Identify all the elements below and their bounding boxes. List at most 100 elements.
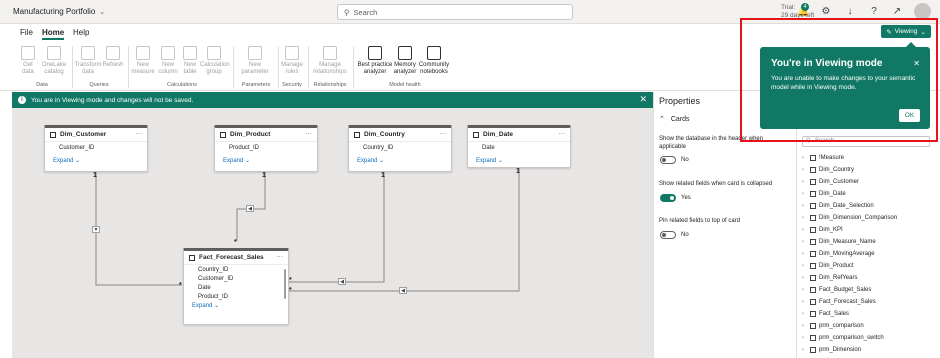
chevron-right-icon[interactable]: ›: [802, 155, 807, 161]
new-measure-button[interactable]: New measure: [130, 46, 156, 76]
manage-roles-button[interactable]: Manage roles: [280, 46, 304, 76]
roles-icon: [285, 46, 299, 60]
app-title-dropdown[interactable]: Manufacturing Portfolio ⌄: [13, 7, 105, 16]
data-pane-table-item[interactable]: › Dim_KPI: [802, 227, 843, 233]
expand-link[interactable]: Expand ⌄: [468, 154, 570, 167]
onelake-catalog-button[interactable]: OneLake catalog: [40, 46, 68, 76]
expand-link[interactable]: Expand ⌄: [215, 154, 317, 167]
best-practice-analyzer-button[interactable]: Best practice analyzer: [355, 46, 395, 76]
table-field[interactable]: Product_ID: [184, 292, 288, 301]
data-pane-table-item[interactable]: › Dim_RefYears: [802, 275, 857, 281]
show-database-toggle[interactable]: [660, 156, 676, 164]
relationship-many-marker: *: [179, 282, 182, 289]
chevron-right-icon[interactable]: ›: [802, 227, 807, 233]
data-pane-table-item[interactable]: › Dim_Measure_Name: [802, 239, 876, 245]
data-pane-table-item[interactable]: › Fact_Sales: [802, 311, 849, 317]
table-field[interactable]: Country_ID: [349, 142, 451, 154]
table-card-dim-product[interactable]: Dim_Product ··· Product_ID Expand ⌄: [214, 125, 318, 172]
data-pane-item-label: Dim_Measure_Name: [819, 239, 876, 245]
data-pane-item-label: Fact_Sales: [819, 311, 850, 317]
data-pane-table-item[interactable]: › !Measure: [802, 155, 844, 161]
refresh-button[interactable]: Refresh: [102, 46, 124, 69]
tab-home[interactable]: Home: [42, 28, 65, 40]
expand-link[interactable]: Expand ⌄: [45, 154, 147, 167]
more-options-icon[interactable]: ···: [559, 130, 566, 137]
chevron-right-icon[interactable]: ›: [802, 215, 807, 221]
chevron-right-icon[interactable]: ›: [802, 311, 807, 317]
more-options-icon[interactable]: ···: [136, 130, 143, 137]
chevron-right-icon[interactable]: ›: [802, 299, 807, 305]
table-card-dim-country[interactable]: Dim_Country ··· Country_ID Expand ⌄: [348, 125, 452, 172]
data-pane-table-item[interactable]: › Fact_Budget_Sales: [802, 287, 871, 293]
chevron-right-icon[interactable]: ›: [802, 323, 807, 329]
table-field[interactable]: Customer_ID: [45, 142, 147, 154]
chevron-right-icon[interactable]: ›: [802, 167, 807, 173]
download-icon[interactable]: ↓: [844, 6, 856, 18]
table-icon: [810, 287, 816, 293]
cards-section-header[interactable]: ⌃ Cards: [659, 115, 690, 124]
data-pane-table-item[interactable]: › Dim_MovingAverage: [802, 251, 875, 257]
table-card-dim-date[interactable]: Dim_Date ··· Date Expand ⌄: [467, 125, 571, 168]
transform-data-button[interactable]: Transform data: [74, 46, 102, 76]
chevron-right-icon[interactable]: ›: [802, 347, 807, 353]
get-data-button[interactable]: Get data: [16, 46, 40, 76]
data-pane-table-item[interactable]: › Dim_Date: [802, 191, 846, 197]
help-icon[interactable]: ?: [868, 6, 880, 18]
table-field[interactable]: Date: [184, 283, 288, 292]
community-notebooks-button[interactable]: Community notebooks: [417, 46, 451, 76]
section-title: Cards: [670, 115, 690, 123]
table-field[interactable]: Customer_ID: [184, 274, 288, 283]
data-pane-table-item[interactable]: › Dim_Date_Selection: [802, 203, 874, 209]
database-icon: [21, 46, 35, 60]
expand-link[interactable]: Expand ⌄: [349, 154, 451, 167]
tab-help[interactable]: Help: [73, 28, 89, 37]
chevron-right-icon[interactable]: ›: [802, 263, 807, 269]
data-pane-table-item[interactable]: › Dim_Dimension_Comparison: [802, 215, 897, 221]
memory-analyzer-button[interactable]: Memory analyzer: [393, 46, 417, 76]
group-label-queries: Queries: [89, 82, 109, 88]
chevron-right-icon[interactable]: ›: [802, 179, 807, 185]
manage-relationships-button[interactable]: Manage relationships: [310, 46, 350, 76]
table-field[interactable]: Country_ID: [184, 265, 288, 274]
table-icon: [189, 254, 195, 261]
data-pane-table-item[interactable]: › Dim_Country: [802, 167, 854, 173]
scrollbar[interactable]: [284, 269, 286, 299]
chevron-right-icon[interactable]: ›: [802, 203, 807, 209]
more-options-icon[interactable]: ···: [440, 130, 447, 137]
data-pane-table-item[interactable]: › Dim_Customer: [802, 179, 859, 185]
new-table-button[interactable]: New table: [180, 46, 200, 76]
relationships-icon: [323, 46, 337, 60]
table-icon: [183, 46, 197, 60]
expand-link[interactable]: Expand ⌄: [184, 301, 288, 312]
search-input[interactable]: ⚲ Search: [337, 4, 573, 20]
table-card-fact-forecast-sales[interactable]: Fact_Forecast_Sales ··· Country_ID Custom…: [183, 248, 289, 325]
table-icon: [810, 215, 816, 221]
close-icon[interactable]: ✕: [639, 94, 647, 105]
calculation-group-button[interactable]: Calculation group: [200, 46, 230, 76]
new-parameter-button[interactable]: New parameter: [236, 46, 274, 76]
table-header: Fact_Forecast_Sales ···: [184, 251, 288, 265]
button-label: parameter: [241, 69, 269, 75]
pin-related-fields-toggle[interactable]: [660, 231, 676, 239]
chevron-right-icon[interactable]: ›: [802, 251, 807, 257]
table-field[interactable]: Product_ID: [215, 142, 317, 154]
data-pane-table-item[interactable]: › prm_comparison_switch: [802, 335, 884, 341]
chevron-right-icon[interactable]: ›: [802, 239, 807, 245]
data-pane-table-item[interactable]: › Dim_Product: [802, 263, 854, 269]
more-options-icon[interactable]: ···: [306, 130, 313, 137]
chevron-right-icon[interactable]: ›: [802, 191, 807, 197]
chevron-right-icon[interactable]: ›: [802, 335, 807, 341]
table-card-dim-customer[interactable]: Dim_Customer ··· Customer_ID Expand ⌄: [44, 125, 148, 172]
tab-file[interactable]: File: [20, 28, 33, 37]
chevron-right-icon[interactable]: ›: [802, 287, 807, 293]
share-icon[interactable]: ↗: [891, 6, 903, 18]
show-related-fields-toggle[interactable]: [660, 194, 676, 202]
chevron-right-icon[interactable]: ›: [802, 275, 807, 281]
table-field[interactable]: Date: [468, 142, 570, 154]
data-pane-table-item[interactable]: › Fact_Forecast_Sales: [802, 299, 876, 305]
gear-icon[interactable]: ⚙: [820, 6, 832, 18]
data-pane-table-item[interactable]: › prm_Dimension: [802, 347, 861, 353]
data-pane-table-item[interactable]: › prm_comparison: [802, 323, 864, 329]
new-column-button[interactable]: New column: [156, 46, 180, 76]
more-options-icon[interactable]: ···: [277, 253, 284, 260]
